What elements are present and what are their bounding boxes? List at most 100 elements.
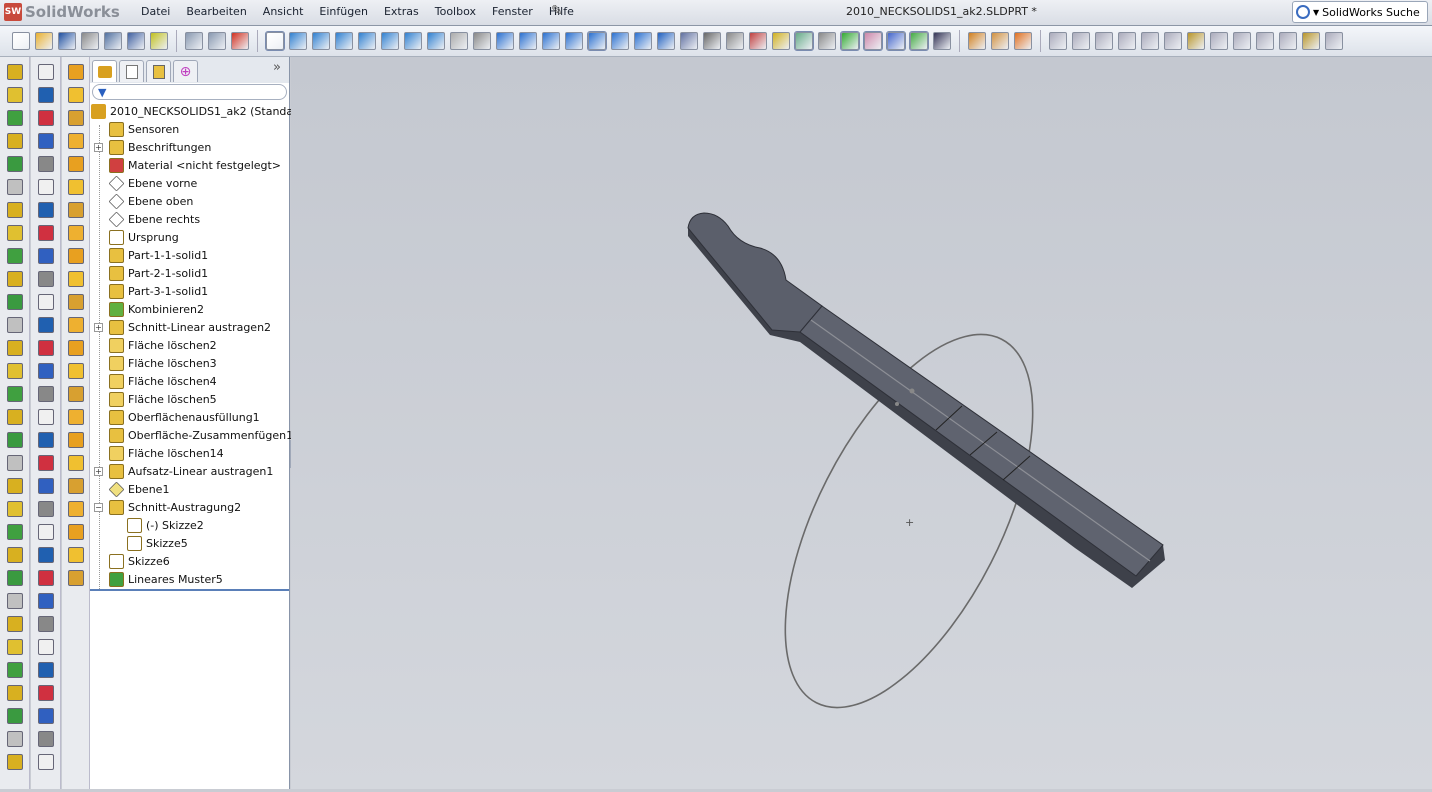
toolbar-tool-15-icon[interactable] bbox=[335, 32, 353, 50]
feature-tool-20-icon[interactable] bbox=[6, 524, 23, 540]
tab-configuration-manager[interactable] bbox=[146, 60, 171, 82]
menu-fenster[interactable]: Fenster bbox=[484, 5, 541, 18]
feature-tool-18-icon[interactable] bbox=[6, 478, 23, 494]
sketch-tool-8-icon[interactable] bbox=[37, 248, 54, 264]
tree-item[interactable]: Sensoren bbox=[90, 120, 289, 138]
pin-icon[interactable]: ✎ bbox=[551, 3, 563, 19]
sketch-tool-13-icon[interactable] bbox=[37, 363, 54, 379]
feature-tool-21-icon[interactable] bbox=[6, 547, 23, 563]
toolbar-tool-23-icon[interactable] bbox=[519, 32, 537, 50]
surface-tool-14-icon[interactable] bbox=[67, 386, 84, 402]
toolbar-tool-18-icon[interactable] bbox=[404, 32, 422, 50]
sketch-tool-12-icon[interactable] bbox=[37, 340, 54, 356]
sketch-tool-6-icon[interactable] bbox=[37, 202, 54, 218]
feature-tool-3-icon[interactable] bbox=[6, 133, 23, 149]
toolbar-tool-35-icon[interactable] bbox=[794, 31, 814, 51]
feature-tool-23-icon[interactable] bbox=[6, 593, 23, 609]
toolbar-tool-50-icon[interactable] bbox=[1118, 32, 1136, 50]
tree-item[interactable]: Lineares Muster5 bbox=[90, 570, 289, 588]
surface-tool-15-icon[interactable] bbox=[67, 409, 84, 425]
tree-item[interactable]: Part-1-1-solid1 bbox=[90, 246, 289, 264]
feature-tool-8-icon[interactable] bbox=[6, 248, 23, 264]
tree-item[interactable]: Kombinieren2 bbox=[90, 300, 289, 318]
print-preview-icon[interactable] bbox=[104, 32, 122, 50]
tree-root[interactable]: 2010_NECKSOLIDS1_ak2 (Standard< bbox=[90, 102, 314, 120]
tree-item[interactable]: (-) Skizze2 bbox=[90, 516, 289, 534]
sketch-tool-24-icon[interactable] bbox=[37, 616, 54, 632]
sketch-tool-9-icon[interactable] bbox=[37, 271, 54, 287]
tree-item[interactable]: Material <nicht festgelegt> bbox=[90, 156, 289, 174]
menu-toolbox[interactable]: Toolbox bbox=[427, 5, 484, 18]
menu-einfügen[interactable]: Einfügen bbox=[311, 5, 376, 18]
surface-tool-6-icon[interactable] bbox=[67, 202, 84, 218]
tree-filter-input[interactable]: ▼ bbox=[92, 84, 287, 100]
toolbar-tool-31-icon[interactable] bbox=[703, 32, 721, 50]
tree-item[interactable]: Fläche löschen4 bbox=[90, 372, 289, 390]
feature-tool-7-icon[interactable] bbox=[6, 225, 23, 241]
menu-datei[interactable]: Datei bbox=[133, 5, 178, 18]
tree-item[interactable]: Fläche löschen5 bbox=[90, 390, 289, 408]
search-input[interactable]: ▼ SolidWorks Suche bbox=[1292, 1, 1428, 23]
feature-tool-27-icon[interactable] bbox=[6, 685, 23, 701]
surface-tool-2-icon[interactable] bbox=[67, 110, 84, 126]
sketch-tool-29-icon[interactable] bbox=[37, 731, 54, 747]
rebuild-icon[interactable] bbox=[150, 32, 168, 50]
tree-item[interactable]: Ebene oben bbox=[90, 192, 289, 210]
feature-tool-11-icon[interactable] bbox=[6, 317, 23, 333]
feature-tool-2-icon[interactable] bbox=[6, 110, 23, 126]
toolbar-tool-9-icon[interactable] bbox=[208, 32, 226, 50]
tree-item[interactable]: Fläche löschen3 bbox=[90, 354, 289, 372]
feature-tool-30-icon[interactable] bbox=[6, 754, 23, 770]
feature-tool-29-icon[interactable] bbox=[6, 731, 23, 747]
toolbar-tool-41-icon[interactable] bbox=[933, 32, 951, 50]
sketch-tool-7-icon[interactable] bbox=[37, 225, 54, 241]
tree-item[interactable]: Oberflächenausfüllung1 bbox=[90, 408, 289, 426]
feature-tool-6-icon[interactable] bbox=[6, 202, 23, 218]
toolbar-tool-13-icon[interactable] bbox=[289, 32, 307, 50]
sketch-tool-15-icon[interactable] bbox=[37, 409, 54, 425]
surface-tool-19-icon[interactable] bbox=[67, 501, 84, 517]
tree-item[interactable]: Skizze5 bbox=[90, 534, 289, 552]
expand-toggle[interactable]: + bbox=[94, 322, 103, 332]
feature-tool-24-icon[interactable] bbox=[6, 616, 23, 632]
sketch-tool-17-icon[interactable] bbox=[37, 455, 54, 471]
surface-tool-9-icon[interactable] bbox=[67, 271, 84, 287]
feature-tool-15-icon[interactable] bbox=[6, 409, 23, 425]
menu-ansicht[interactable]: Ansicht bbox=[255, 5, 312, 18]
feature-tool-1-icon[interactable] bbox=[6, 87, 23, 103]
toolbar-tool-40-icon[interactable] bbox=[909, 31, 929, 51]
sketch-tool-4-icon[interactable] bbox=[37, 156, 54, 172]
tab-feature-manager[interactable] bbox=[92, 60, 117, 82]
sketch-tool-19-icon[interactable] bbox=[37, 501, 54, 517]
sketch-tool-3-icon[interactable] bbox=[37, 133, 54, 149]
feature-tool-19-icon[interactable] bbox=[6, 501, 23, 517]
sketch-tool-16-icon[interactable] bbox=[37, 432, 54, 448]
toolbar-tool-34-icon[interactable] bbox=[772, 32, 790, 50]
open-icon[interactable] bbox=[35, 32, 53, 50]
tree-item[interactable]: Oberfläche-Zusammenfügen1 bbox=[90, 426, 293, 444]
toolbar-tool-59-icon[interactable] bbox=[1325, 32, 1343, 50]
toolbar-tool-19-icon[interactable] bbox=[427, 32, 445, 50]
surface-tool-3-icon[interactable] bbox=[67, 133, 84, 149]
tree-item[interactable]: Fläche löschen2 bbox=[90, 336, 289, 354]
dropdown-icon[interactable]: ▼ bbox=[1313, 8, 1319, 17]
feature-tool-28-icon[interactable] bbox=[6, 708, 23, 724]
tree-item[interactable]: Ebene vorne bbox=[90, 174, 289, 192]
toolbar-tool-28-icon[interactable] bbox=[634, 32, 652, 50]
surface-tool-21-icon[interactable] bbox=[67, 547, 84, 563]
surface-tool-7-icon[interactable] bbox=[67, 225, 84, 241]
tab-property-manager[interactable] bbox=[119, 60, 144, 82]
feature-tool-12-icon[interactable] bbox=[6, 340, 23, 356]
toolbar-tool-14-icon[interactable] bbox=[312, 32, 330, 50]
feature-tool-22-icon[interactable] bbox=[6, 570, 23, 586]
menu-extras[interactable]: Extras bbox=[376, 5, 427, 18]
toolbar-tool-36-icon[interactable] bbox=[818, 32, 836, 50]
sketch-tool-30-icon[interactable] bbox=[37, 754, 54, 770]
feature-tool-26-icon[interactable] bbox=[6, 662, 23, 678]
tree-item[interactable]: + Aufsatz-Linear austragen1 bbox=[90, 462, 289, 480]
surface-tool-18-icon[interactable] bbox=[67, 478, 84, 494]
toolbar-tool-26-icon[interactable] bbox=[587, 31, 607, 51]
sketch-tool-2-icon[interactable] bbox=[37, 110, 54, 126]
toolbar-tool-8-icon[interactable] bbox=[185, 32, 203, 50]
feature-tool-14-icon[interactable] bbox=[6, 386, 23, 402]
